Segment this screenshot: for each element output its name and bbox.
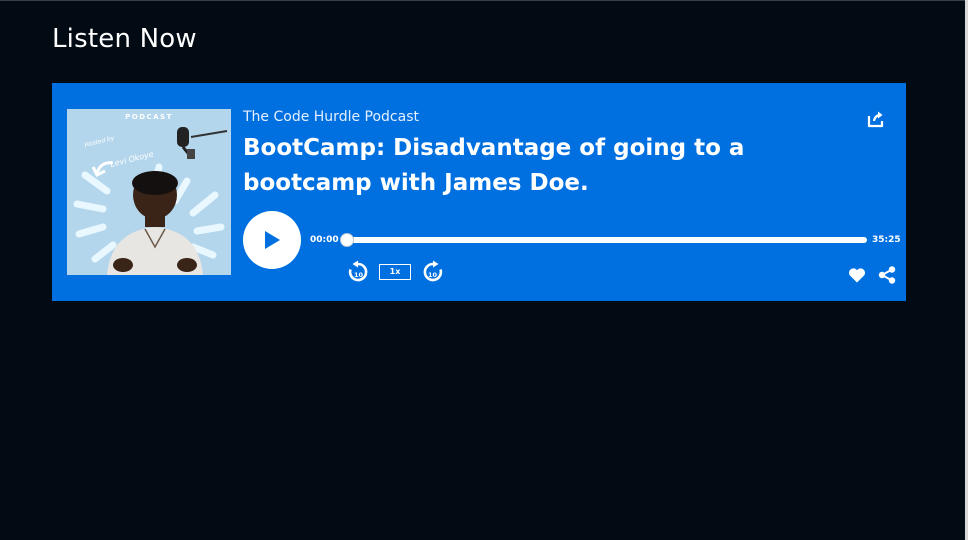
progress-slider[interactable] — [341, 234, 867, 246]
export-icon[interactable] — [866, 109, 886, 129]
forward-10-button[interactable]: 10 — [421, 260, 445, 284]
page-title: Listen Now — [52, 24, 197, 54]
heart-icon — [848, 268, 866, 283]
window-top-border — [0, 0, 968, 1]
playback-speed-button[interactable]: 1x — [379, 264, 411, 280]
play-button[interactable] — [243, 211, 301, 269]
forward-seconds: 10 — [428, 271, 438, 279]
rewind-seconds: 10 — [354, 271, 364, 279]
forward-10-icon: 10 — [423, 260, 443, 282]
show-name[interactable]: The Code Hurdle Podcast — [243, 109, 419, 125]
current-time: 00:00 — [310, 235, 339, 245]
podcast-player: PODCAST Hosted by Levi Okoye The Code Hu… — [52, 83, 906, 301]
duration: 35:25 — [872, 235, 901, 245]
rewind-10-button[interactable]: 10 — [346, 260, 370, 284]
rewind-10-icon: 10 — [348, 260, 368, 282]
episode-title[interactable]: BootCamp: Disadvantage of going to a boo… — [243, 131, 863, 201]
progress-thumb[interactable] — [341, 234, 353, 246]
podcast-cover-art: PODCAST Hosted by Levi Okoye — [67, 109, 231, 275]
play-icon — [265, 231, 280, 249]
like-button[interactable] — [848, 267, 866, 283]
share-button[interactable] — [878, 266, 896, 284]
share-icon — [878, 266, 896, 284]
cover-label: PODCAST — [125, 113, 173, 121]
